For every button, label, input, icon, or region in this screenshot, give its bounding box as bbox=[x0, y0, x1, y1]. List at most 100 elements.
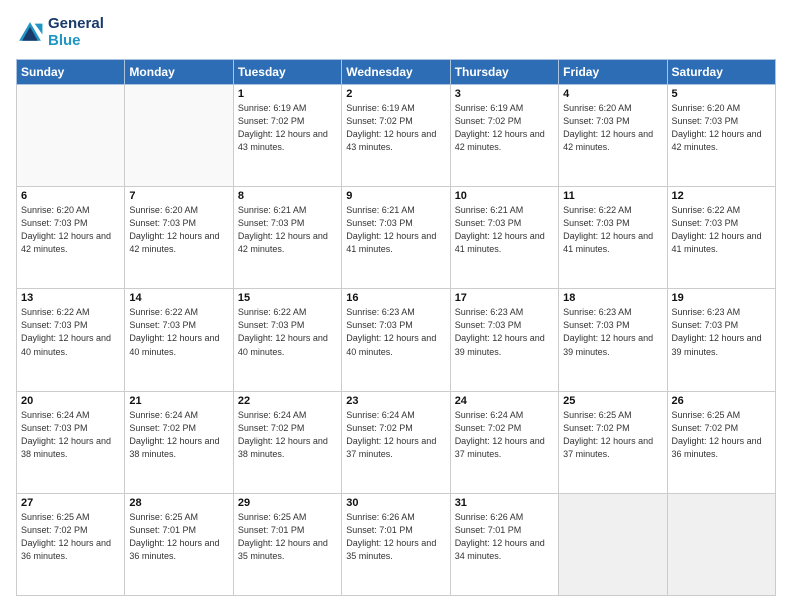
day-number: 31 bbox=[455, 497, 554, 509]
day-number: 9 bbox=[346, 190, 445, 202]
week-row-2: 6 Sunrise: 6:20 AMSunset: 7:03 PMDaylight… bbox=[17, 187, 776, 289]
day-number: 4 bbox=[563, 88, 662, 100]
day-number: 2 bbox=[346, 88, 445, 100]
day-number: 28 bbox=[129, 497, 228, 509]
day-number: 11 bbox=[563, 190, 662, 202]
day-info: Sunrise: 6:21 AMSunset: 7:03 PMDaylight:… bbox=[346, 204, 445, 256]
calendar-cell bbox=[125, 85, 233, 187]
calendar-cell: 5 Sunrise: 6:20 AMSunset: 7:03 PMDaylight… bbox=[667, 85, 775, 187]
day-number: 30 bbox=[346, 497, 445, 509]
calendar-cell: 4Sunrise: 6:20 AMSunset: 7:03 PMDaylight… bbox=[559, 85, 667, 187]
day-info: Sunrise: 6:23 AMSunset: 7:03 PMDaylight:… bbox=[563, 306, 662, 358]
calendar-cell: 27Sunrise: 6:25 AMSunset: 7:02 PMDayligh… bbox=[17, 493, 125, 595]
day-number: 7 bbox=[129, 190, 228, 202]
col-header-sunday: Sunday bbox=[17, 60, 125, 85]
calendar-cell: 21Sunrise: 6:24 AMSunset: 7:02 PMDayligh… bbox=[125, 391, 233, 493]
calendar-cell bbox=[667, 493, 775, 595]
day-info: Sunrise: 6:20 AMSunset: 7:03 PMDaylight:… bbox=[21, 204, 120, 256]
calendar-cell: 14 Sunrise: 6:22 AMSunset: 7:03 PMDayligh… bbox=[125, 289, 233, 391]
day-info: Sunrise: 6:22 AMSunset: 7:03 PMDaylight:… bbox=[238, 306, 337, 358]
day-info: Sunrise: 6:20 AMSunset: 7:03 PMDaylight:… bbox=[129, 204, 228, 256]
day-info: Sunrise: 6:25 AMSunset: 7:01 PMDaylight:… bbox=[129, 511, 228, 563]
day-info: Sunrise: 6:19 AMSunset: 7:02 PMDaylight:… bbox=[346, 102, 445, 154]
day-info: Sunrise: 6:23 AMSunset: 7:03 PMDaylight:… bbox=[672, 306, 771, 358]
calendar-header-row: SundayMondayTuesdayWednesdayThursdayFrid… bbox=[17, 60, 776, 85]
calendar-cell: 29Sunrise: 6:25 AMSunset: 7:01 PMDayligh… bbox=[233, 493, 341, 595]
calendar-cell: 11 Sunrise: 6:22 AMSunset: 7:03 PMDayligh… bbox=[559, 187, 667, 289]
week-row-1: 1 Sunrise: 6:19 AMSunset: 7:02 PMDaylight… bbox=[17, 85, 776, 187]
day-number: 25 bbox=[563, 395, 662, 407]
day-number: 12 bbox=[672, 190, 771, 202]
day-info: Sunrise: 6:22 AMSunset: 7:03 PMDaylight:… bbox=[563, 204, 662, 256]
week-row-5: 27Sunrise: 6:25 AMSunset: 7:02 PMDayligh… bbox=[17, 493, 776, 595]
calendar-cell: 26 Sunrise: 6:25 AMSunset: 7:02 PMDayligh… bbox=[667, 391, 775, 493]
day-info: Sunrise: 6:25 AMSunset: 7:02 PMDaylight:… bbox=[672, 409, 771, 461]
calendar-cell: 12 Sunrise: 6:22 AMSunset: 7:03 PMDayligh… bbox=[667, 187, 775, 289]
col-header-friday: Friday bbox=[559, 60, 667, 85]
day-number: 13 bbox=[21, 292, 120, 304]
calendar-cell: 3 Sunrise: 6:19 AMSunset: 7:02 PMDaylight… bbox=[450, 85, 558, 187]
calendar-cell: 15 Sunrise: 6:22 AMSunset: 7:03 PMDayligh… bbox=[233, 289, 341, 391]
calendar-cell: 31 Sunrise: 6:26 AMSunset: 7:01 PMDayligh… bbox=[450, 493, 558, 595]
day-number: 6 bbox=[21, 190, 120, 202]
header: General Blue bbox=[16, 16, 776, 49]
col-header-monday: Monday bbox=[125, 60, 233, 85]
calendar-cell: 25 Sunrise: 6:25 AMSunset: 7:02 PMDayligh… bbox=[559, 391, 667, 493]
day-info: Sunrise: 6:21 AMSunset: 7:03 PMDaylight:… bbox=[238, 204, 337, 256]
calendar-cell: 13Sunrise: 6:22 AMSunset: 7:03 PMDayligh… bbox=[17, 289, 125, 391]
calendar-cell: 23Sunrise: 6:24 AMSunset: 7:02 PMDayligh… bbox=[342, 391, 450, 493]
calendar-cell: 18 Sunrise: 6:23 AMSunset: 7:03 PMDayligh… bbox=[559, 289, 667, 391]
day-number: 3 bbox=[455, 88, 554, 100]
day-number: 10 bbox=[455, 190, 554, 202]
day-number: 16 bbox=[346, 292, 445, 304]
day-info: Sunrise: 6:24 AMSunset: 7:02 PMDaylight:… bbox=[346, 409, 445, 461]
day-number: 24 bbox=[455, 395, 554, 407]
day-number: 17 bbox=[455, 292, 554, 304]
day-number: 15 bbox=[238, 292, 337, 304]
day-info: Sunrise: 6:22 AMSunset: 7:03 PMDaylight:… bbox=[129, 306, 228, 358]
col-header-thursday: Thursday bbox=[450, 60, 558, 85]
day-info: Sunrise: 6:22 AMSunset: 7:03 PMDaylight:… bbox=[672, 204, 771, 256]
week-row-3: 13 Sunrise: 6:22 AMSunset: 7:03 PMDayligh… bbox=[17, 289, 776, 391]
day-info: Sunrise: 6:26 AMSunset: 7:01 PMDaylight:… bbox=[455, 511, 554, 563]
day-info: Sunrise: 6:25 AMSunset: 7:02 PMDaylight:… bbox=[21, 511, 120, 563]
logo-text: General Blue bbox=[48, 16, 104, 49]
calendar-cell: 17Sunrise: 6:23 AMSunset: 7:03 PMDayligh… bbox=[450, 289, 558, 391]
day-info: Sunrise: 6:24 AMSunset: 7:02 PMDaylight:… bbox=[129, 409, 228, 461]
calendar-cell: 9 Sunrise: 6:21 AMSunset: 7:03 PMDaylight… bbox=[342, 187, 450, 289]
col-header-wednesday: Wednesday bbox=[342, 60, 450, 85]
day-info: Sunrise: 6:20 AMSunset: 7:03 PMDaylight:… bbox=[672, 102, 771, 154]
day-info: Sunrise: 6:25 AMSunset: 7:02 PMDaylight:… bbox=[563, 409, 662, 461]
week-row-4: 20 Sunrise: 6:24 AMSunset: 7:03 PMDayligh… bbox=[17, 391, 776, 493]
day-info: Sunrise: 6:19 AMSunset: 7:02 PMDaylight:… bbox=[238, 102, 337, 154]
calendar-cell: 19 Sunrise: 6:23 AMSunset: 7:03 PMDayligh… bbox=[667, 289, 775, 391]
calendar-cell: 1 Sunrise: 6:19 AMSunset: 7:02 PMDaylight… bbox=[233, 85, 341, 187]
day-number: 26 bbox=[672, 395, 771, 407]
day-number: 5 bbox=[672, 88, 771, 100]
day-info: Sunrise: 6:24 AMSunset: 7:02 PMDaylight:… bbox=[455, 409, 554, 461]
calendar-cell: 8 Sunrise: 6:21 AMSunset: 7:03 PMDaylight… bbox=[233, 187, 341, 289]
col-header-saturday: Saturday bbox=[667, 60, 775, 85]
calendar-cell: 6 Sunrise: 6:20 AMSunset: 7:03 PMDaylight… bbox=[17, 187, 125, 289]
calendar-cell: 22 Sunrise: 6:24 AMSunset: 7:02 PMDayligh… bbox=[233, 391, 341, 493]
day-info: Sunrise: 6:24 AMSunset: 7:02 PMDaylight:… bbox=[238, 409, 337, 461]
day-number: 1 bbox=[238, 88, 337, 100]
calendar-cell: 16 Sunrise: 6:23 AMSunset: 7:03 PMDayligh… bbox=[342, 289, 450, 391]
calendar-cell: 24 Sunrise: 6:24 AMSunset: 7:02 PMDayligh… bbox=[450, 391, 558, 493]
day-info: Sunrise: 6:24 AMSunset: 7:03 PMDaylight:… bbox=[21, 409, 120, 461]
calendar-table: SundayMondayTuesdayWednesdayThursdayFrid… bbox=[16, 59, 776, 596]
day-number: 22 bbox=[238, 395, 337, 407]
logo-icon bbox=[16, 19, 44, 47]
calendar-cell: 30Sunrise: 6:26 AMSunset: 7:01 PMDayligh… bbox=[342, 493, 450, 595]
day-number: 20 bbox=[21, 395, 120, 407]
day-number: 18 bbox=[563, 292, 662, 304]
day-info: Sunrise: 6:21 AMSunset: 7:03 PMDaylight:… bbox=[455, 204, 554, 256]
calendar-cell bbox=[17, 85, 125, 187]
day-info: Sunrise: 6:23 AMSunset: 7:03 PMDaylight:… bbox=[346, 306, 445, 358]
day-info: Sunrise: 6:19 AMSunset: 7:02 PMDaylight:… bbox=[455, 102, 554, 154]
day-number: 14 bbox=[129, 292, 228, 304]
day-number: 19 bbox=[672, 292, 771, 304]
day-number: 29 bbox=[238, 497, 337, 509]
page: General Blue SundayMondayTuesdayWednesda… bbox=[0, 0, 792, 612]
day-number: 8 bbox=[238, 190, 337, 202]
